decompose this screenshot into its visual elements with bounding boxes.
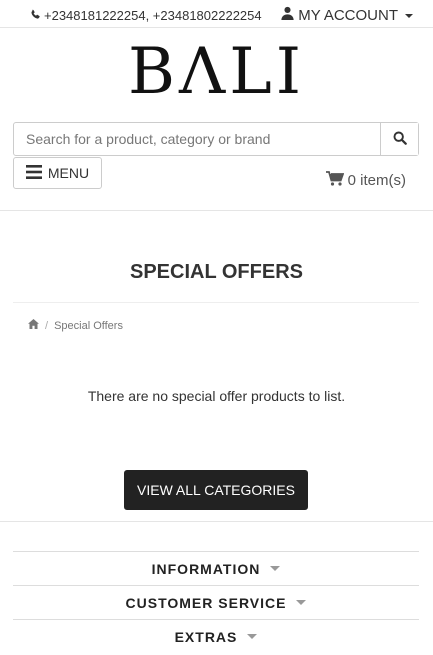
shopping-cart-icon <box>325 171 344 190</box>
phone-icon <box>30 8 41 23</box>
breadcrumb-separator: / <box>45 319 49 332</box>
search-input[interactable] <box>14 123 380 155</box>
search-button[interactable] <box>380 123 418 155</box>
footer-section-information[interactable]: INFORMATION <box>13 551 419 585</box>
breadcrumb-current[interactable]: Special Offers <box>54 320 123 332</box>
footer-section-label: INFORMATION <box>151 560 261 577</box>
footer-section-label: EXTRAS <box>174 628 238 645</box>
chevron-down-icon <box>247 634 258 639</box>
footer-divider <box>0 521 433 522</box>
cart-link[interactable]: 0 item(s) <box>325 171 406 190</box>
breadcrumb: / Special Offers <box>28 319 123 332</box>
view-all-categories-button[interactable]: VIEW ALL CATEGORIES <box>124 470 308 510</box>
footer-section-customer-service[interactable]: CUSTOMER SERVICE <box>13 585 419 619</box>
my-account-dropdown[interactable]: MY ACCOUNT <box>281 6 413 24</box>
home-icon[interactable] <box>28 319 39 332</box>
phone-contact[interactable]: +2348181222254, +23481802222254 <box>30 8 262 23</box>
top-bar: +2348181222254, +23481802222254 MY ACCOU… <box>0 0 433 28</box>
user-icon <box>281 6 294 24</box>
page-title: SPECIAL OFFERS <box>130 261 303 283</box>
hamburger-icon <box>25 164 42 182</box>
footer-section-extras[interactable]: EXTRAS <box>13 619 419 653</box>
search-icon <box>393 131 407 148</box>
phone-numbers: +2348181222254, +23481802222254 <box>44 8 262 23</box>
title-divider <box>13 302 419 303</box>
empty-message: There are no special offer products to l… <box>87 388 346 404</box>
site-logo[interactable]: BΛLI <box>0 40 433 104</box>
menu-label: MENU <box>47 165 90 181</box>
menu-button[interactable]: MENU <box>13 157 102 189</box>
my-account-label: MY ACCOUNT <box>298 6 398 24</box>
chevron-down-icon <box>270 566 281 571</box>
chevron-down-icon <box>296 600 307 605</box>
footer-section-label: CUSTOMER SERVICE <box>125 594 287 611</box>
search-bar <box>13 122 419 156</box>
chevron-down-icon <box>405 14 413 18</box>
cart-count: 0 item(s) <box>347 172 406 189</box>
header-divider <box>0 210 433 211</box>
